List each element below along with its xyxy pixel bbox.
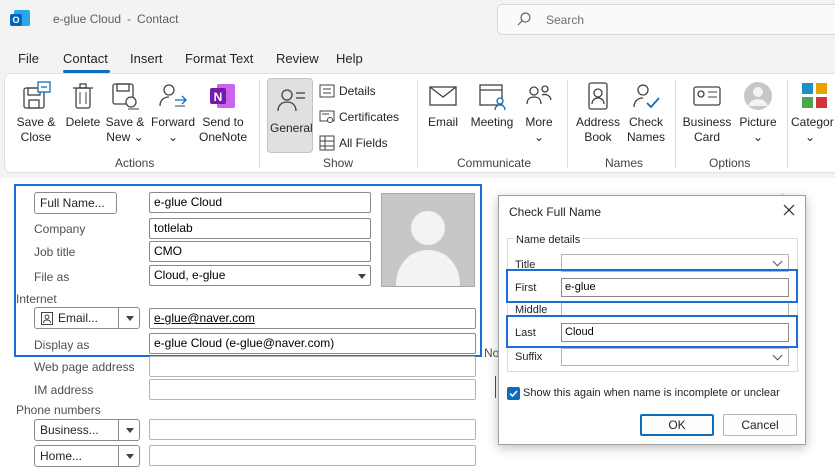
phone-section-label: Phone numbers bbox=[16, 403, 101, 417]
group-label-show: Show bbox=[323, 156, 354, 170]
onenote-icon: N bbox=[210, 84, 235, 108]
dropdown-arrow-icon bbox=[126, 428, 134, 433]
check-names-button[interactable]: Check Names bbox=[623, 80, 669, 145]
middle-name-field[interactable] bbox=[561, 301, 789, 316]
home-phone-type-button[interactable]: Home... bbox=[34, 445, 140, 467]
address-book-icon bbox=[588, 82, 608, 110]
general-button[interactable]: General bbox=[267, 78, 313, 153]
forward-button[interactable]: Forward ⌄ bbox=[149, 80, 197, 145]
ribbon-divider bbox=[259, 80, 260, 168]
dialog-title: Check Full Name bbox=[509, 205, 602, 219]
im-address-label: IM address bbox=[34, 383, 94, 397]
chevron-down-icon: ⌄ bbox=[533, 130, 545, 144]
save-close-icon bbox=[23, 81, 51, 109]
ribbon-divider bbox=[675, 80, 676, 168]
ribbon-divider bbox=[567, 80, 568, 168]
web-page-label: Web page address bbox=[34, 360, 135, 374]
check-names-icon bbox=[633, 84, 660, 109]
tab-insert[interactable]: Insert bbox=[130, 51, 163, 66]
details-button[interactable]: Details bbox=[319, 83, 399, 99]
window-title: e-glue Cloud - Contact bbox=[53, 12, 179, 26]
im-address-field[interactable] bbox=[149, 379, 476, 400]
show-again-checkbox[interactable] bbox=[507, 387, 520, 400]
home-phone-field[interactable] bbox=[149, 445, 476, 466]
details-icon bbox=[319, 84, 335, 98]
meeting-button[interactable]: Meeting bbox=[467, 80, 517, 130]
chevron-down-icon bbox=[772, 350, 783, 361]
group-label-communicate: Communicate bbox=[457, 156, 532, 170]
chevron-down-icon bbox=[772, 256, 783, 267]
chevron-down-icon: ⌄ bbox=[805, 130, 816, 144]
save-close-button[interactable]: Save & Close bbox=[15, 80, 57, 145]
send-to-onenote-button[interactable]: N Send to OneNote bbox=[197, 80, 249, 145]
forward-icon bbox=[159, 84, 187, 107]
business-phone-field[interactable] bbox=[149, 419, 476, 440]
dropdown-arrow-icon bbox=[126, 454, 134, 459]
chevron-down-icon: ⌄ bbox=[167, 130, 179, 144]
highlight-box bbox=[506, 269, 798, 303]
business-card-icon bbox=[693, 86, 721, 106]
title-bar: O e-glue Cloud - Contact Search bbox=[0, 0, 835, 40]
all-fields-button[interactable]: All Fields bbox=[319, 135, 399, 151]
close-icon[interactable] bbox=[783, 204, 795, 216]
name-details-label: Name details bbox=[514, 234, 583, 246]
search-icon bbox=[517, 12, 531, 26]
categorize-icon bbox=[802, 83, 827, 108]
suffix-label: Suffix bbox=[515, 351, 543, 363]
svg-text:N: N bbox=[214, 90, 223, 104]
show-again-label: Show this again when name is incomplete … bbox=[523, 387, 780, 399]
picture-icon bbox=[744, 82, 772, 110]
certificate-icon bbox=[319, 110, 335, 123]
grid-icon bbox=[319, 135, 335, 151]
trash-icon bbox=[73, 83, 93, 109]
tab-help[interactable]: Help bbox=[336, 51, 363, 66]
address-book-button[interactable]: Address Book bbox=[575, 80, 621, 145]
more-icon bbox=[526, 85, 552, 105]
contact-card-icon bbox=[277, 89, 305, 112]
tab-review[interactable]: Review bbox=[276, 51, 319, 66]
chevron-down-icon: ⌄ bbox=[133, 130, 144, 144]
ribbon: Save & Close Delete Save & New ⌄ Forward… bbox=[4, 73, 835, 173]
outlook-icon: O bbox=[10, 10, 30, 28]
group-label-names: Names bbox=[605, 156, 644, 170]
more-button[interactable]: More ⌄ bbox=[521, 80, 557, 145]
categorize-button[interactable]: Categor ⌄ bbox=[791, 80, 835, 145]
save-new-icon bbox=[112, 83, 139, 110]
highlight-box bbox=[14, 184, 482, 357]
picture-button[interactable]: Picture ⌄ bbox=[735, 80, 781, 145]
chevron-down-icon: ⌄ bbox=[752, 130, 764, 144]
group-label-actions: Actions bbox=[115, 156, 155, 170]
web-page-field[interactable] bbox=[149, 356, 476, 377]
mail-icon bbox=[429, 86, 457, 106]
ribbon-divider bbox=[787, 80, 788, 168]
tab-file[interactable]: File bbox=[18, 51, 39, 66]
search-input[interactable]: Search bbox=[497, 4, 835, 35]
ribbon-divider bbox=[417, 80, 418, 168]
certificates-button[interactable]: Certificates bbox=[319, 109, 409, 125]
delete-button[interactable]: Delete bbox=[63, 80, 103, 130]
checkmark-icon bbox=[509, 390, 518, 398]
ok-button[interactable]: OK bbox=[640, 414, 714, 436]
cancel-button[interactable]: Cancel bbox=[723, 414, 797, 436]
group-label-options: Options bbox=[709, 156, 751, 170]
tab-contact[interactable]: Contact bbox=[63, 51, 108, 66]
business-phone-type-button[interactable]: Business... bbox=[34, 419, 140, 441]
save-new-button[interactable]: Save & New ⌄ bbox=[103, 80, 147, 145]
business-card-button[interactable]: Business Card bbox=[681, 80, 733, 145]
email-button[interactable]: Email bbox=[425, 80, 461, 130]
highlight-box bbox=[506, 315, 798, 348]
text-cursor bbox=[495, 376, 496, 398]
menu-bar: File Contact Insert Format Text Review H… bbox=[0, 46, 835, 73]
search-placeholder: Search bbox=[546, 13, 585, 27]
tab-format-text[interactable]: Format Text bbox=[185, 51, 253, 66]
calendar-people-icon bbox=[479, 84, 506, 111]
suffix-select[interactable] bbox=[561, 348, 789, 366]
